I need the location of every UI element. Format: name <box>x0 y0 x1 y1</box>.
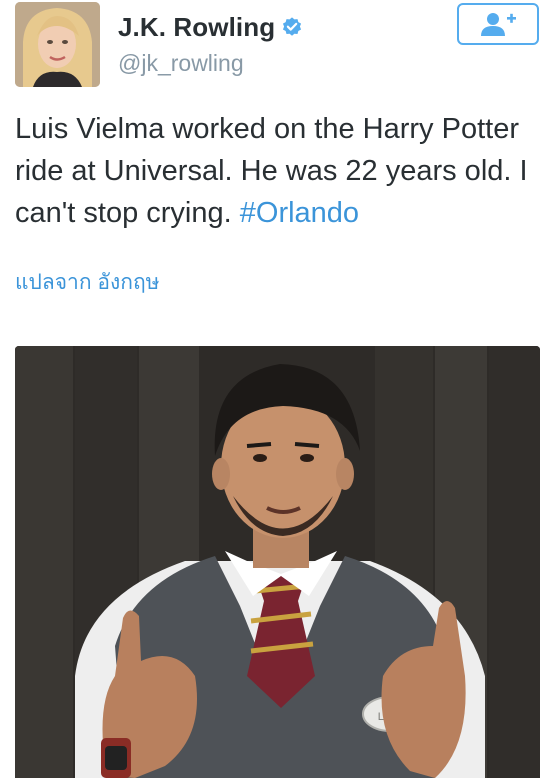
tweet-text: Luis Vielma worked on the Harry Potter r… <box>15 108 545 234</box>
display-name[interactable]: J.K. Rowling <box>118 12 275 43</box>
avatar[interactable] <box>15 2 100 87</box>
verified-badge-icon <box>281 16 303 38</box>
hashtag-link[interactable]: #Orlando <box>240 197 359 229</box>
author-name-row: J.K. Rowling <box>118 10 303 44</box>
tweet-photo[interactable]: LUIS <box>15 346 540 778</box>
add-user-icon <box>481 13 516 36</box>
translate-tweet-link[interactable]: แปลจาก อังกฤษ <box>15 266 160 299</box>
user-handle[interactable]: @jk_rowling <box>118 50 244 77</box>
follow-button[interactable] <box>457 3 539 45</box>
